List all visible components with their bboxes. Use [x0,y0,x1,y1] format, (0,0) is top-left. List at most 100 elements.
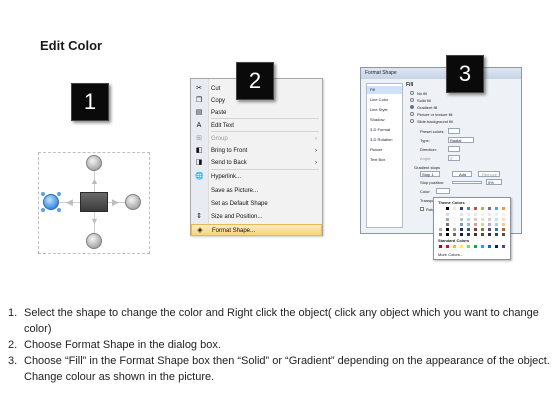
selection-handle[interactable] [57,192,61,196]
arrow-right-icon: ▶ [112,197,119,207]
submenu-arrow-icon: › [315,148,317,154]
stop-position-field[interactable]: 0% [486,179,502,185]
menu-item-send-to-back[interactable]: ◨ Send to Back › [191,157,322,169]
fill-option-radio[interactable] [410,112,414,116]
menu-item-label: Paste [211,110,227,116]
menu-item-size-and-position[interactable]: ⇕ Size and Position... [191,211,322,223]
theme-color-swatch[interactable] [494,206,499,211]
theme-color-swatch[interactable] [466,206,471,211]
stop-dropdown[interactable]: Stop 1 [420,171,440,177]
bottom-circle-shape[interactable] [86,233,102,249]
step-badge-3: 3 [446,55,484,93]
theme-color-swatch[interactable] [501,206,506,211]
menu-item-save-as-picture[interactable]: Save as Picture... [191,185,322,197]
theme-color-swatch[interactable] [473,206,478,211]
step-number: 3. [8,355,18,367]
menu-item-format-shape[interactable]: ◈ Format Shape... [191,224,322,236]
fill-option-radio[interactable] [410,98,414,102]
dialog-title: Format Shape [361,68,521,79]
type-dropdown[interactable]: Radial [448,137,474,143]
theme-color-swatch[interactable] [459,206,464,211]
theme-color-swatch[interactable] [487,206,492,211]
stop-position-label: Stop position: [420,180,445,185]
color-label: Color: [420,189,431,194]
standard-color-swatch[interactable] [445,244,450,249]
nav-item-line-color[interactable]: Line Color [367,96,402,104]
more-colors-link[interactable]: More Colors... [438,252,463,257]
theme-color-shade-swatch[interactable] [487,232,492,237]
color-dropdown[interactable] [436,188,450,194]
theme-color-shade-swatch[interactable] [501,232,506,237]
size-position-icon: ⇕ [196,213,202,220]
standard-color-swatch[interactable] [438,244,443,249]
selection-handle[interactable] [57,208,61,212]
step-number: 2. [8,339,18,351]
menu-item-label: Cut [211,86,221,92]
paste-icon: ▤ [195,109,203,116]
type-label: Type: [420,138,430,143]
standard-color-swatch[interactable] [466,244,471,249]
standard-color-swatch[interactable] [501,244,506,249]
fill-option-radio[interactable] [410,119,414,123]
fill-option-label: Slide background fill [417,119,453,124]
standard-color-swatch[interactable] [473,244,478,249]
fill-option-radio[interactable] [410,91,414,95]
fill-option-radio[interactable] [410,105,414,109]
theme-color-swatch[interactable] [452,206,457,211]
instruction-step: 1. Select the shape to change the color a… [8,305,553,337]
theme-color-shade-swatch[interactable] [473,232,478,237]
nav-item-line-style[interactable]: Line Style [367,106,402,114]
angle-label: Angle: [420,156,432,161]
menu-item-group[interactable]: ⊞ Group › [191,133,322,145]
menu-item-label: Send to Back [211,160,247,166]
nav-item-picture[interactable]: Picture [367,146,402,154]
menu-item-label: Save as Picture... [211,188,259,194]
nav-item-3-d-rotation[interactable]: 3-D Rotation [367,136,402,144]
add-stop-button[interactable]: Add [452,171,472,177]
theme-color-swatch[interactable] [438,206,443,211]
selection-handle[interactable] [41,192,45,196]
theme-color-shade-swatch[interactable] [494,232,499,237]
theme-color-shade-swatch[interactable] [466,232,471,237]
theme-color-shade-swatch[interactable] [452,232,457,237]
menu-item-label: Edit Text [211,123,234,129]
standard-color-swatch[interactable] [459,244,464,249]
theme-color-shade-swatch[interactable] [459,232,464,237]
bring-to-front-icon: ◧ [195,147,203,154]
gradient-stops-label: Gradient stops [414,165,441,170]
arrow-left-icon: ◀ [66,197,73,207]
nav-item-shadow[interactable]: Shadow [367,116,402,124]
preset-colors-dropdown[interactable] [448,128,460,134]
menu-item-set-as-default-shape[interactable]: Set as Default Shape [191,198,322,210]
direction-dropdown[interactable] [448,146,460,152]
theme-color-shade-swatch[interactable] [480,232,485,237]
remove-stop-button[interactable]: Remove [478,171,500,177]
rotate-checkbox[interactable] [420,207,424,211]
standard-color-swatch[interactable] [452,244,457,249]
right-circle-shape[interactable] [125,194,141,210]
standard-color-swatch[interactable] [487,244,492,249]
angle-field[interactable]: 0° [448,155,460,161]
theme-color-shade-swatch[interactable] [438,232,443,237]
nav-item-3-d-format[interactable]: 3-D Format [367,126,402,134]
copy-icon: ❐ [195,97,203,104]
nav-item-text-box[interactable]: Text Box [367,156,402,164]
standard-color-swatch[interactable] [480,244,485,249]
stop-position-slider[interactable] [452,181,482,184]
menu-item-label: Format Shape... [212,228,256,234]
page-title: Edit Color [40,38,103,53]
menu-item-hyperlink[interactable]: 🌐 Hyperlink... [191,171,322,183]
center-box-shape[interactable] [80,192,108,212]
top-circle-shape[interactable] [86,155,102,171]
theme-color-shade-swatch[interactable] [445,232,450,237]
submenu-arrow-icon: › [315,136,317,142]
menu-item-label: Set as Default Shape [211,201,268,207]
standard-color-swatch[interactable] [494,244,499,249]
nav-item-fill[interactable]: Fill [367,86,402,94]
theme-color-swatch[interactable] [480,206,485,211]
selection-handle[interactable] [41,208,45,212]
menu-item-bring-to-front[interactable]: ◧ Bring to Front › [191,145,322,157]
instruction-step: 3. Choose “Fill” in the Format Shape box … [8,353,553,385]
theme-color-swatch[interactable] [445,206,450,211]
edit-text-icon: A [196,122,202,129]
